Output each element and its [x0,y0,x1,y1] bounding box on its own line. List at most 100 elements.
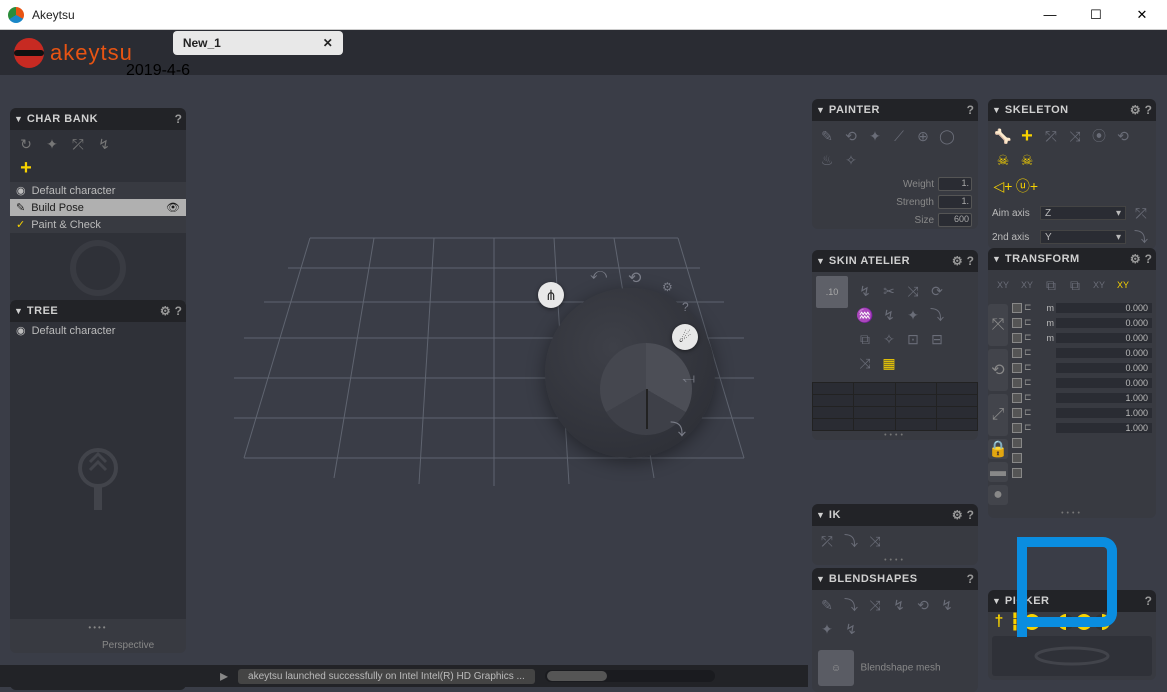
add-icon[interactable]: + [16,158,36,178]
tree-item[interactable]: ◉ Default character [10,322,186,339]
collapse-icon[interactable]: ▼ [816,510,825,520]
axis-tool[interactable]: ⤵ [1130,226,1152,248]
gizmo-axis-button[interactable]: ⋔ [538,282,564,308]
help-icon[interactable]: ? [175,304,182,318]
add-bone-icon[interactable]: + [1016,125,1038,147]
checkbox[interactable] [1012,393,1022,403]
checkbox[interactable] [1012,378,1022,388]
lock-icon[interactable]: 🔒 [988,439,1008,459]
gear-icon[interactable]: ⚙ [1130,252,1141,266]
skin-tool[interactable]: ⤨ [854,352,876,374]
skin-atelier-header[interactable]: ▼ SKIN ATELIER ⚙ ? [812,250,978,272]
lock-icon[interactable]: ⊏ [1024,332,1036,343]
skin-tool[interactable]: ✂ [878,280,900,302]
help-icon[interactable]: ? [1145,252,1152,266]
scale-icon[interactable]: ⤢ [988,394,1008,436]
lock-icon[interactable]: ⊏ [1024,362,1036,373]
axis-tool[interactable]: ⤱ [1130,202,1152,224]
skin-tool[interactable]: ⤵ [926,304,948,326]
help-icon[interactable]: ? [1145,103,1152,117]
paint-tool[interactable]: ✦ [864,125,886,147]
ik-header[interactable]: ▼ IK ⚙ ? [812,504,978,526]
skin-tool[interactable]: ↯ [854,280,876,302]
collapse-icon[interactable]: ▼ [14,114,23,124]
gizmo-tool-icon[interactable]: ⥞ [682,370,695,388]
xy-icon-active[interactable]: XY [1112,274,1134,296]
skin-tool[interactable]: ✦ [902,304,924,326]
resize-handle[interactable]: •••• [10,619,186,636]
maximize-button[interactable]: ☐ [1073,0,1119,30]
bs-tool[interactable]: ↯ [888,594,910,616]
checkbox[interactable] [1012,318,1022,328]
tab-close-icon[interactable]: ✕ [323,36,333,50]
value-field[interactable]: 0.000 [1056,303,1152,313]
char-item[interactable]: ◉ Default character [10,182,186,199]
collapse-icon[interactable]: ▼ [992,105,1001,115]
ik-tool[interactable]: ⤵ [840,530,862,552]
ik-tool[interactable]: ⤨ [864,530,886,552]
timeline-scrollbar[interactable] [545,670,715,682]
char-bank-header[interactable]: ▼ CHAR BANK ? [10,108,186,130]
aim-axis-select[interactable]: Z▾ [1040,206,1126,220]
foot-icon[interactable]: ▬ [988,462,1008,482]
sk-tool-skull[interactable]: ☠ [992,149,1014,171]
blendshapes-header[interactable]: ▼ BLENDSHAPES ? [812,568,978,590]
gear-icon[interactable]: ⚙ [160,304,171,318]
collapse-icon[interactable]: ▼ [816,256,825,266]
lock-icon[interactable]: ⊏ [1024,422,1036,433]
checkbox[interactable] [1012,438,1022,448]
collapse-icon[interactable]: ▼ [816,105,825,115]
checkbox[interactable] [1012,453,1022,463]
resize-handle[interactable]: •••• [812,431,978,440]
lock-icon[interactable]: ⊏ [1024,317,1036,328]
tool-icon[interactable]: ✦ [42,134,62,154]
second-axis-select[interactable]: Y▾ [1040,230,1126,244]
tool-icon[interactable]: ⤱ [68,134,88,154]
skin-tool[interactable]: ♒ [854,304,876,326]
gizmo-gear-icon[interactable]: ⚙ [662,280,673,294]
lock-icon[interactable]: ⊏ [1024,377,1036,388]
checkbox[interactable] [1012,363,1022,373]
sk-tool[interactable]: ⤨ [1064,125,1086,147]
spinner-gizmo[interactable]: ⋔ ☄ ⤺ ⟲ ⚙ ? ⥞ ⤵ [530,270,740,480]
sk-tool[interactable]: ⟲ [1112,125,1134,147]
document-tab[interactable]: New_1 ✕ [173,31,343,55]
paint-tool[interactable]: ✧ [840,149,862,171]
gizmo-mode-button[interactable]: ☄ [672,324,698,350]
picker-t-icon[interactable]: † [992,614,1006,630]
bs-tool[interactable]: ⤨ [864,594,886,616]
close-button[interactable]: ✕ [1119,0,1165,30]
refresh-icon[interactable]: ↻ [16,134,36,154]
gizmo-tool-icon[interactable]: ⤵ [670,416,686,440]
bs-tool[interactable]: ⤵ [840,594,862,616]
char-item[interactable]: ✓ Paint & Check [10,216,186,233]
value-field[interactable]: 0.000 [1056,333,1152,343]
skin-tool[interactable]: ⟳ [926,280,948,302]
translate-icon[interactable]: ⤧ [988,304,1008,346]
collapse-icon[interactable]: ▼ [816,574,825,584]
checkbox[interactable] [1012,348,1022,358]
value-field[interactable]: 0.000 [1056,363,1152,373]
collapse-icon[interactable]: ▼ [14,306,23,316]
bs-tool[interactable]: ✎ [816,594,838,616]
tr-tool[interactable]: ⧉ [1040,274,1062,296]
gizmo-tool-icon[interactable]: ⤺ [590,266,607,284]
bs-tool[interactable]: ↯ [840,618,862,640]
skin-tool[interactable]: ⧉ [854,328,876,350]
gear-icon[interactable]: ⚙ [1130,103,1141,117]
resize-handle[interactable]: •••• [812,556,978,565]
sk-unity-icon[interactable]: ◁+ [992,175,1014,197]
help-icon[interactable]: ? [967,254,974,268]
skin-tool-active[interactable]: ▦ [878,352,900,374]
gizmo-tool-icon[interactable]: ⟲ [628,268,641,288]
checkbox[interactable] [1012,408,1022,418]
char-item-selected[interactable]: ✎ Build Pose 👁 [10,199,186,216]
paint-tool[interactable]: ◯ [936,125,958,147]
paint-tool[interactable]: ♨ [816,149,838,171]
bs-tool[interactable]: ⟲ [912,594,934,616]
sk-unreal-icon[interactable]: ⓤ+ [1016,175,1038,197]
paint-tool[interactable]: ✎ [816,125,838,147]
paint-tool[interactable]: ⟲ [840,125,862,147]
skin-tool[interactable]: ⊡ [902,328,924,350]
minimize-button[interactable]: — [1027,0,1073,30]
